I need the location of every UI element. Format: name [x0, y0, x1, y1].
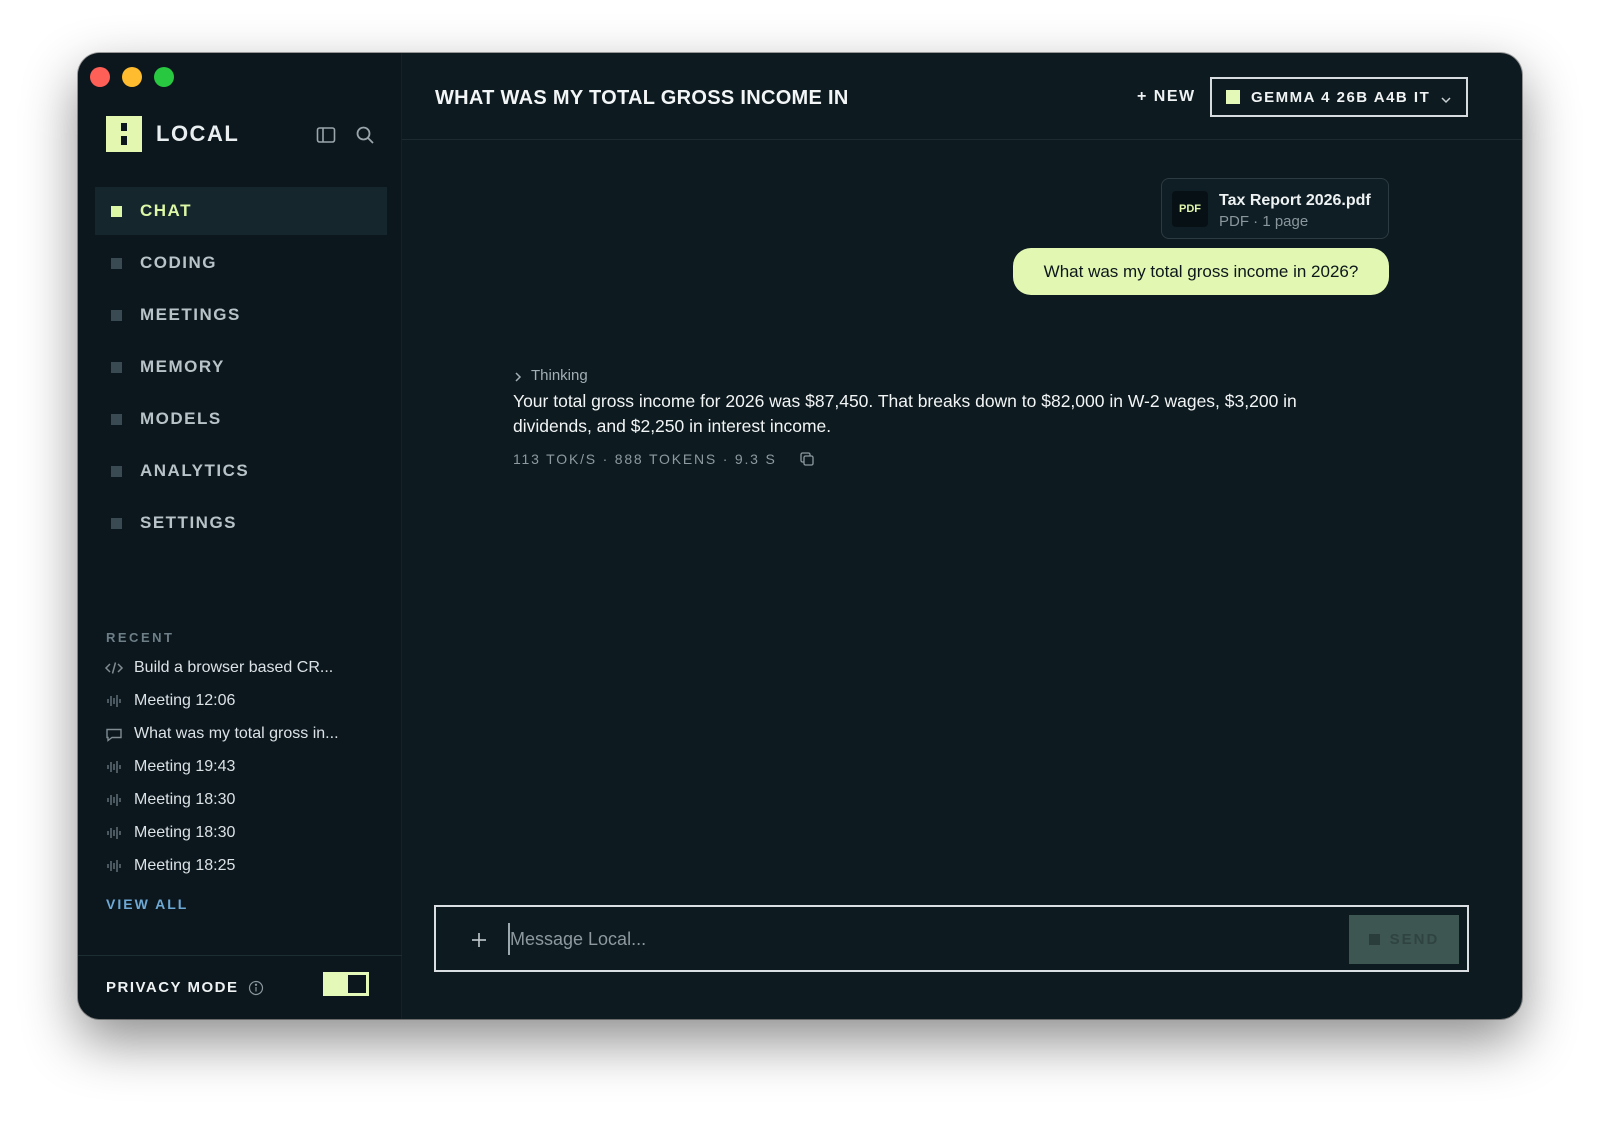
- recent-item-label: Build a browser based CR...: [134, 658, 334, 676]
- copy-icon[interactable]: [799, 451, 815, 467]
- close-window-button[interactable]: [90, 67, 110, 87]
- search-icon[interactable]: [354, 124, 376, 146]
- nav-item-label: MODELS: [140, 409, 222, 428]
- waveform-icon: [104, 792, 124, 808]
- nav-item-label: MEMORY: [140, 357, 225, 376]
- recent-item-label: Meeting 19:43: [134, 757, 236, 775]
- model-square-icon: [1226, 90, 1240, 104]
- thinking-label: Thinking: [531, 367, 588, 384]
- chat-header: WHAT WAS MY TOTAL GROSS INCOME IN + NEW …: [402, 53, 1522, 140]
- nav-square-icon: [111, 465, 122, 477]
- generation-stats-text: 113 TOK/S · 888 TOKENS · 9.3 S: [513, 451, 777, 467]
- model-selector[interactable]: GEMMA 4 26B A4B IT: [1210, 77, 1468, 117]
- nav-square-icon: [111, 361, 122, 373]
- nav-item-label: CODING: [140, 253, 217, 272]
- send-button-label: SEND: [1389, 931, 1440, 948]
- waveform-icon: [104, 858, 124, 874]
- send-square-icon: [1368, 934, 1380, 945]
- nav-item-label: SETTINGS: [140, 513, 238, 532]
- assistant-message: Your total gross income for 2026 was $87…: [513, 391, 1297, 436]
- generation-stats: 113 TOK/S · 888 TOKENS · 9.3 S: [513, 451, 815, 467]
- recent-item-label: Meeting 18:30: [134, 790, 236, 808]
- info-icon[interactable]: [248, 980, 264, 996]
- privacy-mode-bar: PRIVACY MODE: [78, 955, 402, 1019]
- nav-item-chat[interactable]: CHAT: [95, 187, 387, 235]
- zoom-window-button[interactable]: [154, 67, 174, 87]
- nav-square-icon: [111, 517, 122, 529]
- recent-item[interactable]: Meeting 19:43: [104, 750, 374, 783]
- sidebar: LOCAL CHAT CODING MEETINGS MEMORY MODELS…: [78, 53, 402, 1019]
- nav-square-icon: [111, 257, 122, 269]
- user-message: What was my total gross income in 2026?: [1013, 248, 1389, 295]
- app-name: LOCAL: [156, 121, 240, 146]
- recent-item[interactable]: Meeting 12:06: [104, 684, 374, 717]
- recent-item[interactable]: Meeting 18:25: [104, 849, 374, 882]
- chevron-right-icon: [513, 370, 523, 382]
- plus-icon[interactable]: [471, 932, 487, 948]
- recent-item[interactable]: Meeting 18:30: [104, 816, 374, 849]
- window-controls: [90, 67, 174, 87]
- nav-item-memory[interactable]: MEMORY: [95, 343, 387, 391]
- privacy-mode-toggle[interactable]: [323, 972, 369, 996]
- thinking-toggle[interactable]: Thinking: [513, 367, 588, 384]
- code-icon: [104, 660, 124, 676]
- recent-item-label: Meeting 18:30: [134, 823, 236, 841]
- app-logo-icon: [106, 116, 142, 152]
- new-chat-button[interactable]: + NEW: [1137, 88, 1196, 106]
- attachment-card[interactable]: PDF Tax Report 2026.pdf PDF · 1 page: [1161, 178, 1389, 239]
- send-button[interactable]: SEND: [1349, 915, 1459, 964]
- nav-item-label: ANALYTICS: [140, 461, 250, 480]
- recent-list: Build a browser based CR... Meeting 12:0…: [104, 651, 374, 882]
- minimize-window-button[interactable]: [122, 67, 142, 87]
- recent-item-label: Meeting 12:06: [134, 691, 236, 709]
- nav-item-analytics[interactable]: ANALYTICS: [95, 447, 387, 495]
- recent-item-label: Meeting 18:25: [134, 856, 236, 874]
- attachment-name: Tax Report 2026.pdf: [1219, 192, 1371, 209]
- recent-item[interactable]: Meeting 18:30: [104, 783, 374, 816]
- nav-square-icon: [111, 309, 122, 321]
- nav-square-icon: [111, 413, 122, 425]
- chat-title: WHAT WAS MY TOTAL GROSS INCOME IN: [435, 87, 849, 109]
- recent-item[interactable]: What was my total gross in...: [104, 717, 374, 750]
- chat-main: WHAT WAS MY TOTAL GROSS INCOME IN + NEW …: [402, 53, 1522, 1019]
- waveform-icon: [104, 825, 124, 841]
- waveform-icon: [104, 759, 124, 775]
- recent-heading: RECENT: [106, 630, 175, 645]
- toggle-knob: [348, 975, 366, 993]
- model-selector-label: GEMMA 4 26B A4B IT: [1251, 88, 1431, 106]
- app-window: LOCAL CHAT CODING MEETINGS MEMORY MODELS…: [78, 53, 1522, 1019]
- message-input[interactable]: [508, 923, 1338, 955]
- pdf-file-icon: PDF: [1172, 191, 1208, 227]
- nav-item-settings[interactable]: SETTINGS: [95, 499, 387, 547]
- nav-item-models[interactable]: MODELS: [95, 395, 387, 443]
- main-nav: CHAT CODING MEETINGS MEMORY MODELS ANALY…: [95, 187, 387, 551]
- attachment-meta: PDF · 1 page: [1219, 213, 1309, 230]
- recent-item[interactable]: Build a browser based CR...: [104, 651, 374, 684]
- nav-item-meetings[interactable]: MEETINGS: [95, 291, 387, 339]
- waveform-icon: [104, 693, 124, 709]
- chevron-down-icon: [1440, 92, 1452, 104]
- brand: LOCAL: [106, 116, 239, 152]
- message-composer: SEND: [434, 905, 1469, 972]
- privacy-mode-label: PRIVACY MODE: [106, 979, 239, 996]
- nav-item-coding[interactable]: CODING: [95, 239, 387, 287]
- nav-square-icon: [111, 205, 122, 217]
- view-all-link[interactable]: VIEW ALL: [106, 896, 188, 912]
- nav-item-label: MEETINGS: [140, 305, 241, 324]
- toggle-sidebar-icon[interactable]: [315, 124, 337, 146]
- recent-item-label: What was my total gross in...: [134, 724, 339, 742]
- chat-bubble-icon: [104, 726, 124, 742]
- nav-item-label: CHAT: [140, 201, 192, 220]
